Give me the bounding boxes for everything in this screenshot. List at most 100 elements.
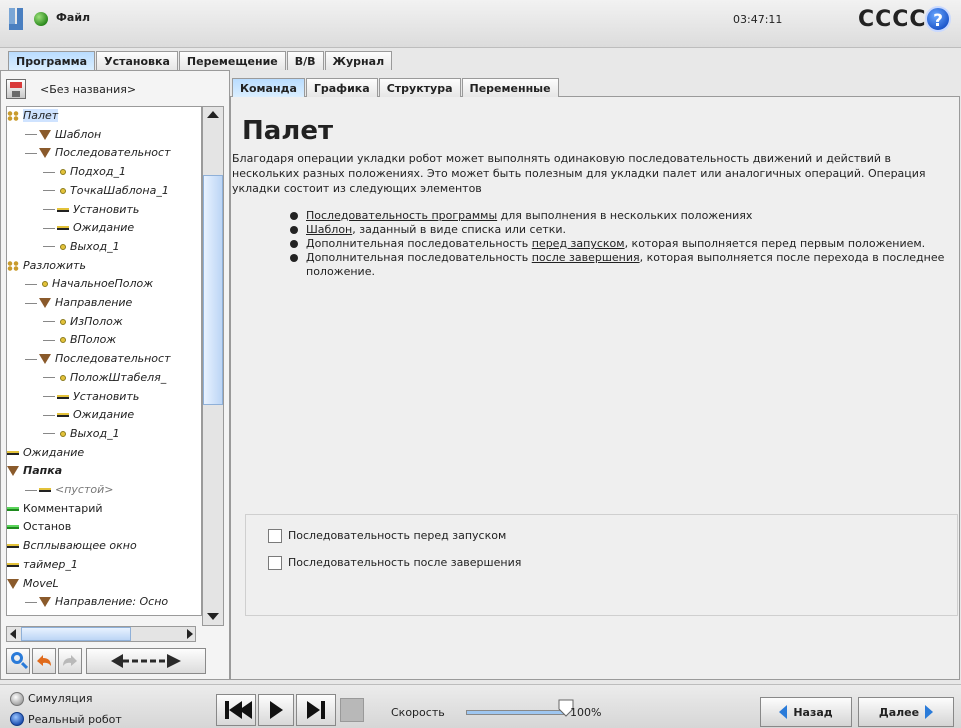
top-bar: [0, 0, 961, 48]
tree-item[interactable]: ТочкаШаблона_1: [43, 182, 169, 200]
comment-icon: [7, 506, 19, 511]
tree-item[interactable]: Всплывающее окно: [7, 537, 137, 555]
waypoint-icon: [60, 187, 66, 194]
tree-item[interactable]: Подход_1: [43, 163, 126, 181]
pattern-link[interactable]: Шаблон: [306, 223, 352, 236]
tab-graphics[interactable]: Графика: [305, 78, 378, 97]
before-start-label: Последовательность перед запуском: [288, 529, 507, 542]
tree-item-label: MoveL: [23, 576, 59, 590]
tree-item[interactable]: Установить: [43, 201, 139, 219]
simulation-radio[interactable]: [10, 692, 24, 706]
after-end-checkbox[interactable]: [268, 556, 282, 570]
file-menu[interactable]: Файл: [56, 11, 90, 24]
tab-structure[interactable]: Структура: [378, 78, 461, 97]
robot-name: CCCC: [858, 7, 927, 32]
real-robot-radio[interactable]: [10, 712, 24, 726]
tab-io[interactable]: В/В: [286, 51, 324, 70]
save-icon[interactable]: [6, 79, 26, 99]
timer-icon: [7, 562, 19, 567]
back-button[interactable]: Назад: [760, 697, 852, 727]
tree-item[interactable]: Разложить: [7, 257, 86, 275]
tree-item[interactable]: Выход_1: [43, 425, 120, 443]
waypoint-icon: [60, 374, 66, 381]
tree-item-label: Комментарий: [23, 501, 103, 515]
arrow-left-icon: [779, 705, 788, 719]
skip-to-start-button[interactable]: [216, 694, 256, 726]
tree-item-label: Направление: Осно: [55, 595, 169, 609]
tree-item-label: таймер_1: [23, 557, 78, 571]
halt-icon: [7, 525, 19, 530]
tree-item[interactable]: Останов: [7, 518, 71, 536]
set-icon: [57, 394, 69, 399]
tree-item[interactable]: НачальноеПолож: [25, 275, 153, 293]
tree-item[interactable]: Ожидание: [43, 219, 134, 237]
folder-triangle-icon: [7, 578, 19, 589]
tree-item[interactable]: Шаблон: [25, 126, 101, 144]
after-end-label: Последовательность после завершения: [288, 556, 522, 569]
empty-icon: [39, 488, 51, 492]
program-tree[interactable]: Палет Шаблон Последовательност Подход_1 Точк…: [6, 106, 202, 616]
before-start-checkbox[interactable]: [268, 529, 282, 543]
after-end-option[interactable]: Последовательность после завершения: [268, 555, 521, 571]
tree-item[interactable]: Направление: Осно: [25, 593, 168, 611]
tree-item[interactable]: MoveL: [7, 575, 59, 593]
tree-item-label: Направление: [55, 296, 133, 309]
undo-button[interactable]: [32, 648, 56, 674]
tree-item[interactable]: Направление: [25, 294, 132, 312]
clock: 03:47:11: [733, 13, 783, 26]
play-icon: [270, 701, 283, 719]
ur-logo-icon: [9, 8, 23, 30]
back-label: Назад: [793, 705, 833, 719]
tree-item[interactable]: Папка: [7, 462, 62, 480]
tree-item[interactable]: ПоложШтабеля_: [43, 369, 166, 387]
wait-icon: [57, 413, 69, 418]
next-button[interactable]: Далее: [858, 697, 954, 727]
help-button[interactable]: ?: [925, 6, 951, 32]
tree-item[interactable]: ВПолож: [43, 331, 116, 349]
scroll-left-icon[interactable]: [10, 629, 16, 639]
before-start-link[interactable]: перед запуском: [532, 237, 625, 250]
tree-item[interactable]: таймер_1: [7, 556, 78, 574]
tree-item[interactable]: Последовательност: [25, 144, 170, 162]
tab-installation[interactable]: Установка: [96, 51, 178, 70]
tree-item[interactable]: Комментарий: [7, 500, 103, 518]
next-label: Далее: [878, 705, 920, 719]
tree-item[interactable]: Ожидание: [7, 444, 84, 462]
tree-item[interactable]: Палет: [7, 107, 59, 125]
redo-icon: [63, 655, 77, 666]
tree-hscroll-thumb[interactable]: [21, 627, 131, 641]
tree-item-label: Выход_1: [70, 239, 120, 253]
stop-button[interactable]: [340, 698, 364, 722]
tree-item[interactable]: Ожидание: [43, 406, 134, 424]
tab-log[interactable]: Журнал: [324, 51, 393, 70]
before-start-option[interactable]: Последовательность перед запуском: [268, 528, 506, 544]
robot-status-icon: [34, 12, 48, 26]
search-button[interactable]: [6, 648, 30, 674]
scroll-up-icon[interactable]: [204, 108, 222, 122]
tab-variables[interactable]: Переменные: [461, 78, 559, 97]
tree-item-label: Папка: [23, 464, 63, 478]
step-button[interactable]: [296, 694, 336, 726]
tab-move[interactable]: Перемещение: [178, 51, 286, 70]
program-sequence-link[interactable]: Последовательность программы: [306, 209, 497, 222]
list-item: Последовательность программы для выполне…: [288, 209, 956, 223]
scroll-down-icon[interactable]: [204, 610, 222, 624]
tab-command[interactable]: Команда: [232, 78, 305, 97]
move-node-button[interactable]: [86, 648, 206, 674]
scroll-right-icon[interactable]: [187, 629, 193, 639]
tree-item[interactable]: <пустой>: [25, 481, 113, 499]
tree-item[interactable]: Выход_1: [43, 238, 120, 256]
redo-button[interactable]: [58, 648, 82, 674]
tree-item-label: Последовательност: [55, 146, 171, 160]
speed-slider-fill: [467, 711, 565, 714]
after-end-link[interactable]: после завершения: [532, 251, 640, 264]
folder-triangle-icon: [39, 597, 51, 608]
tree-item-label: Установить: [73, 202, 140, 216]
tab-program[interactable]: Программа: [8, 51, 96, 70]
folder-triangle-icon: [39, 148, 51, 159]
tree-item[interactable]: Последовательност: [25, 350, 170, 368]
play-button[interactable]: [258, 694, 294, 726]
tree-item[interactable]: Установить: [43, 388, 139, 406]
tree-item[interactable]: ИзПолож: [43, 313, 123, 331]
tree-scroll-thumb[interactable]: [203, 175, 223, 405]
